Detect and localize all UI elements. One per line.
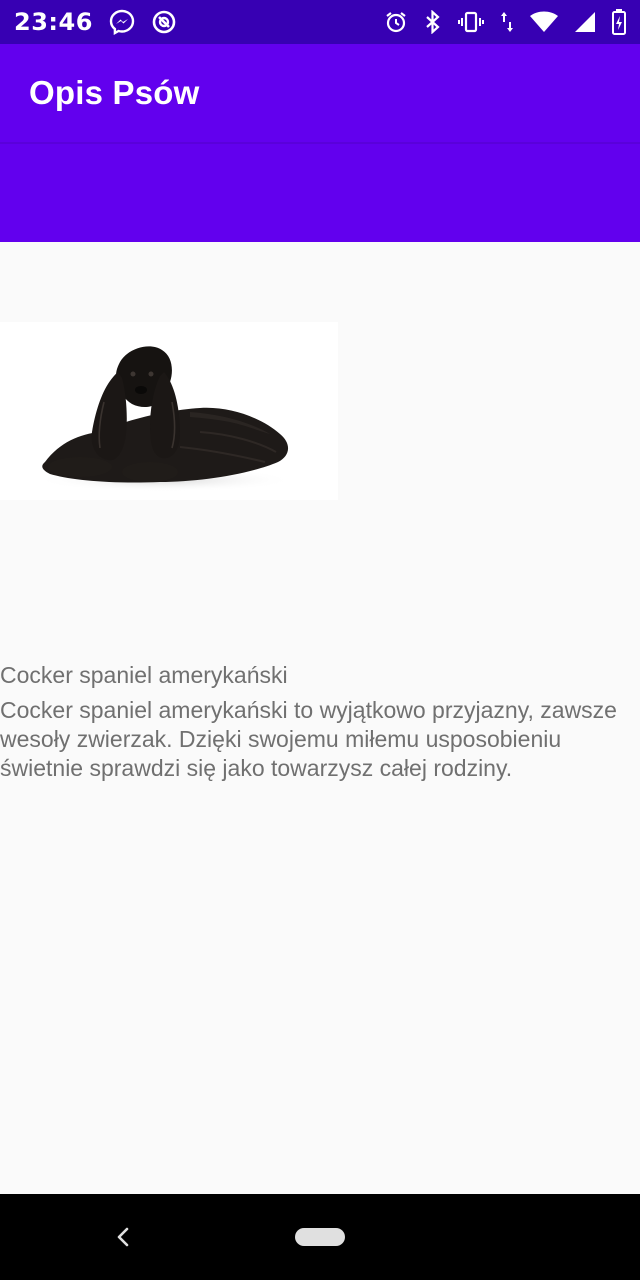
content-area: Cocker spaniel amerykański Cocker spanie… [0,242,640,1194]
app-bar-divider [0,142,640,144]
dog-description: Cocker spaniel amerykański to wyjątkowo … [0,697,617,781]
back-icon[interactable] [108,1222,138,1252]
alarm-icon [384,10,408,34]
data-saver-icon [151,9,177,35]
status-bar: 23:46 [0,0,640,44]
status-right [384,9,626,35]
data-arrows-icon [500,10,514,34]
app-title: Opis Psów [29,74,200,111]
status-left: 23:46 [14,8,177,36]
wifi-icon [530,11,558,33]
status-time: 23:46 [14,8,93,36]
bluetooth-icon [424,10,442,34]
battery-icon [612,9,626,35]
vibrate-icon [458,10,484,34]
home-pill-icon[interactable] [295,1228,345,1246]
signal-icon [574,11,596,33]
app-bar: Opis Psów [0,44,640,242]
navigation-bar [0,1194,640,1280]
messenger-icon [109,9,135,35]
dog-image [0,322,338,500]
dog-name: Cocker spaniel amerykański [0,662,288,688]
